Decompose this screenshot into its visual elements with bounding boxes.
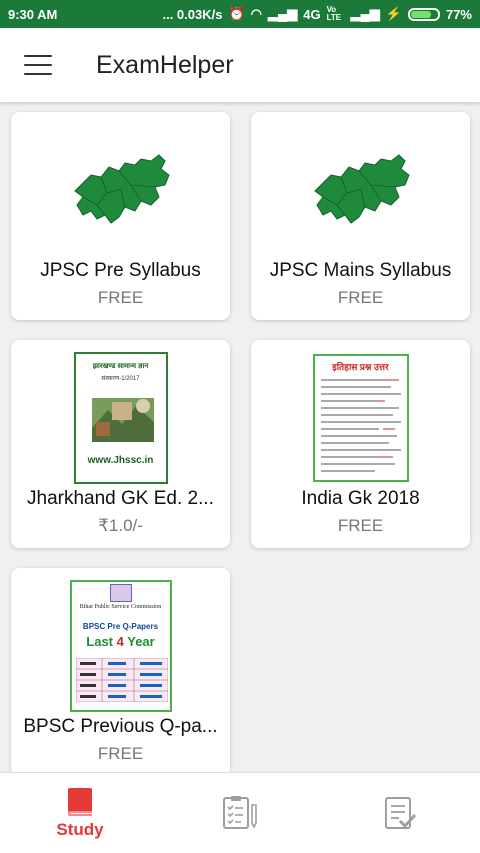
cover-headline-prefix: Last [86, 633, 117, 649]
status-time: 9:30 AM [8, 6, 58, 22]
app-title: ExamHelper [96, 50, 234, 79]
net-speed: ... 0.03K/s [162, 6, 223, 22]
wifi-icon: ◠ [250, 6, 262, 21]
cover-heading: इतिहास प्रश्न उत्तर [332, 361, 389, 372]
card-price: FREE [97, 288, 144, 307]
signal-icon: ▂▄▆ [268, 6, 298, 21]
cover-org: Bihar Public Service Commission [79, 603, 162, 610]
volte-label: Vo LTE [326, 5, 342, 22]
battery-percent: 77% [445, 6, 472, 22]
card-thumbnail: Bihar Public Service Commission BPSC Pre… [11, 578, 230, 713]
card-india-gk-2018[interactable]: इतिहास प्रश्न उत्तर India Gk 2018 FREE [251, 340, 470, 548]
card-title: JPSC Pre Syllabus [40, 260, 201, 281]
app-bar: ExamHelper [0, 28, 480, 102]
book-cover: झारखण्ड सामान्य ज्ञान संस्करण-1/2017 www… [73, 351, 168, 484]
card-bpsc-previous-q-papers[interactable]: Bihar Public Service Commission BPSC Pre… [11, 568, 230, 772]
cover-url: www.Jhssc.in [87, 454, 154, 466]
card-price: FREE [337, 288, 384, 307]
card-thumbnail: झारखण्ड सामान्य ज्ञान संस्करण-1/2017 www… [11, 350, 230, 485]
cover-headline-number: 4 [116, 633, 124, 649]
card-price: ₹1.0/- [98, 516, 143, 535]
bottom-nav: Study [0, 772, 480, 853]
emblem-icon [109, 583, 132, 602]
jharkhand-map-icon [313, 153, 410, 224]
signal-icon-2: ▂▄▆ [350, 6, 380, 21]
text-lines-image [320, 379, 401, 471]
nav-tests[interactable] [160, 773, 320, 853]
status-icons: ... 0.03K/s ⏰ ◠ ▂▄▆ 4G Vo LTE ▂▄▆ ⚡ 77% [162, 6, 472, 22]
nav-study[interactable]: Study [0, 773, 160, 853]
menu-icon[interactable] [24, 55, 52, 75]
nav-results[interactable] [320, 773, 480, 853]
charging-icon: ⚡ [385, 6, 402, 21]
card-jpsc-pre-syllabus[interactable]: JPSC Pre Syllabus FREE [11, 112, 230, 320]
status-bar: 9:30 AM ... 0.03K/s ⏰ ◠ ▂▄▆ 4G Vo LTE ▂▄… [0, 0, 480, 28]
card-title: BPSC Previous Q-pa... [23, 716, 218, 737]
network-type: 4G [303, 6, 321, 22]
year-table-image [75, 657, 168, 702]
book-icon [68, 788, 92, 816]
card-jpsc-mains-syllabus[interactable]: JPSC Mains Syllabus FREE [251, 112, 470, 320]
jharkhand-map-icon [73, 153, 170, 224]
battery-fill [410, 10, 431, 18]
document-check-icon [385, 797, 417, 829]
card-title: JPSC Mains Syllabus [269, 260, 452, 281]
alarm-icon: ⏰ [228, 6, 245, 21]
cover-edition: संस्करण-1/2017 [101, 375, 140, 382]
battery-icon [407, 7, 440, 21]
nav-study-label: Study [56, 820, 104, 839]
card-thumbnail [11, 122, 230, 257]
book-cover: इतिहास प्रश्न उत्तर [312, 353, 409, 482]
card-title: India Gk 2018 [301, 488, 420, 509]
cover-heading: झारखण्ड सामान्य ज्ञान [92, 362, 149, 370]
card-jharkhand-gk[interactable]: झारखण्ड सामान्य ज्ञान संस्करण-1/2017 www… [11, 340, 230, 548]
cover-headline: Last 4 Year [72, 634, 170, 649]
card-price: FREE [337, 516, 384, 535]
card-thumbnail [251, 122, 470, 257]
checklist-pencil-icon [223, 796, 257, 829]
cover-headline-suffix: Year [123, 633, 155, 649]
card-thumbnail: इतिहास प्रश्न उत्तर [251, 350, 470, 485]
cover-subtitle: BPSC Pre Q-Papers [82, 621, 159, 631]
collage-image [91, 397, 154, 442]
card-price: FREE [97, 744, 144, 763]
book-grid: JPSC Pre Syllabus FREE JPSC Mains Syllab… [0, 102, 480, 772]
book-cover: Bihar Public Service Commission BPSC Pre… [69, 579, 172, 712]
card-title: Jharkhand GK Ed. 2... [27, 488, 214, 509]
